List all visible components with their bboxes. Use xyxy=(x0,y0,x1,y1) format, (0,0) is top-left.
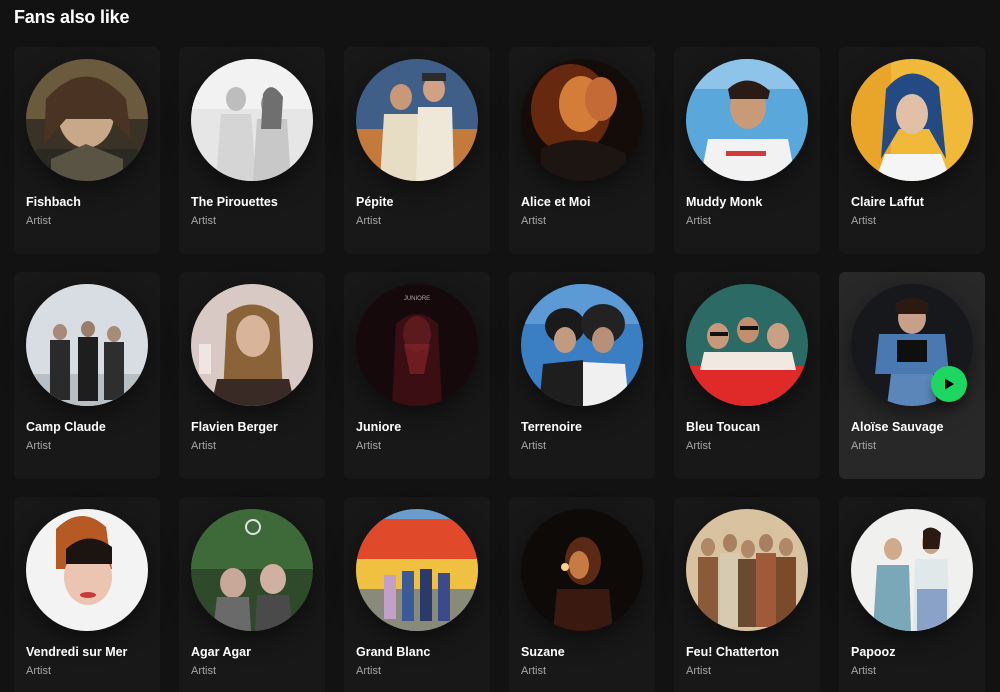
artist-card-claire-laffut[interactable]: Claire Laffut Artist xyxy=(839,47,985,254)
artist-card-alice-et-moi[interactable]: Alice et Moi Artist xyxy=(509,47,655,254)
artist-card-grand-blanc[interactable]: Grand Blanc Artist xyxy=(344,497,490,692)
artist-subtitle: Artist xyxy=(521,215,547,227)
artist-card-camp-claude[interactable]: Camp Claude Artist xyxy=(14,272,160,479)
artist-card-agar-agar[interactable]: Agar Agar Artist xyxy=(179,497,325,692)
artist-name[interactable]: Claire Laffut xyxy=(851,195,977,209)
artist-name[interactable]: Juniore xyxy=(356,420,482,434)
artist-card-feu-chatterton[interactable]: Feu! Chatterton Artist xyxy=(674,497,820,692)
artist-subtitle: Artist xyxy=(26,665,52,677)
artist-name[interactable]: Pépite xyxy=(356,195,482,209)
artist-avatar xyxy=(686,509,808,631)
artist-name[interactable]: Bleu Toucan xyxy=(686,420,812,434)
artist-subtitle: Artist xyxy=(686,440,712,452)
artist-subtitle: Artist xyxy=(26,215,52,227)
artist-avatar: JUNIORE xyxy=(356,284,478,406)
artist-name[interactable]: Flavien Berger xyxy=(191,420,317,434)
artist-subtitle: Artist xyxy=(191,215,217,227)
artist-card-terrenoire[interactable]: Terrenoire Artist xyxy=(509,272,655,479)
artist-card-aloise-sauvage[interactable]: Aloïse Sauvage Artist xyxy=(839,272,985,479)
artist-name[interactable]: Muddy Monk xyxy=(686,195,812,209)
artist-card-pepite[interactable]: Pépite Artist xyxy=(344,47,490,254)
artist-subtitle: Artist xyxy=(851,440,877,452)
artist-card-juniore[interactable]: JUNIORE Juniore Artist xyxy=(344,272,490,479)
artist-avatar xyxy=(851,509,973,631)
artist-name[interactable]: Agar Agar xyxy=(191,645,317,659)
artist-name[interactable]: Terrenoire xyxy=(521,420,647,434)
artist-subtitle: Artist xyxy=(851,215,877,227)
artist-avatar xyxy=(191,59,313,181)
section-title[interactable]: Fans also like xyxy=(14,7,129,28)
artist-grid: Fishbach Artist The Pirouettes Artist Pé… xyxy=(14,47,985,692)
artist-subtitle: Artist xyxy=(851,665,877,677)
artist-avatar xyxy=(26,59,148,181)
artist-subtitle: Artist xyxy=(686,665,712,677)
artist-avatar xyxy=(26,284,148,406)
play-icon xyxy=(945,378,954,390)
fans-also-like-section: Fans also like Fishbach Artist The Pirou… xyxy=(0,0,1000,692)
album-cover-text: JUNIORE xyxy=(404,296,430,302)
artist-card-flavien-berger[interactable]: Flavien Berger Artist xyxy=(179,272,325,479)
artist-card-fishbach[interactable]: Fishbach Artist xyxy=(14,47,160,254)
artist-avatar xyxy=(851,59,973,181)
artist-avatar xyxy=(521,59,643,181)
artist-subtitle: Artist xyxy=(191,665,217,677)
artist-card-vendredi-sur-mer[interactable]: Vendredi sur Mer Artist xyxy=(14,497,160,692)
artist-subtitle: Artist xyxy=(521,440,547,452)
artist-name[interactable]: Grand Blanc xyxy=(356,645,482,659)
artist-name[interactable]: Fishbach xyxy=(26,195,152,209)
artist-name[interactable]: Aloïse Sauvage xyxy=(851,420,977,434)
artist-name[interactable]: Feu! Chatterton xyxy=(686,645,812,659)
artist-card-the-pirouettes[interactable]: The Pirouettes Artist xyxy=(179,47,325,254)
artist-avatar xyxy=(521,284,643,406)
artist-name[interactable]: Papooz xyxy=(851,645,977,659)
artist-avatar xyxy=(521,509,643,631)
artist-avatar xyxy=(356,509,478,631)
artist-avatar xyxy=(191,284,313,406)
artist-name[interactable]: Suzane xyxy=(521,645,647,659)
artist-card-papooz[interactable]: Papooz Artist xyxy=(839,497,985,692)
play-button[interactable] xyxy=(931,366,967,402)
artist-avatar xyxy=(686,284,808,406)
artist-avatar xyxy=(356,59,478,181)
artist-avatar xyxy=(26,509,148,631)
artist-name[interactable]: Vendredi sur Mer xyxy=(26,645,152,659)
artist-avatar xyxy=(191,509,313,631)
artist-name[interactable]: The Pirouettes xyxy=(191,195,317,209)
artist-subtitle: Artist xyxy=(191,440,217,452)
artist-card-suzane[interactable]: Suzane Artist xyxy=(509,497,655,692)
artist-subtitle: Artist xyxy=(356,440,382,452)
artist-card-muddy-monk[interactable]: Muddy Monk Artist xyxy=(674,47,820,254)
artist-name[interactable]: Camp Claude xyxy=(26,420,152,434)
artist-name[interactable]: Alice et Moi xyxy=(521,195,647,209)
artist-subtitle: Artist xyxy=(356,665,382,677)
artist-avatar xyxy=(686,59,808,181)
artist-subtitle: Artist xyxy=(26,440,52,452)
artist-card-bleu-toucan[interactable]: Bleu Toucan Artist xyxy=(674,272,820,479)
artist-subtitle: Artist xyxy=(521,665,547,677)
artist-subtitle: Artist xyxy=(686,215,712,227)
artist-subtitle: Artist xyxy=(356,215,382,227)
